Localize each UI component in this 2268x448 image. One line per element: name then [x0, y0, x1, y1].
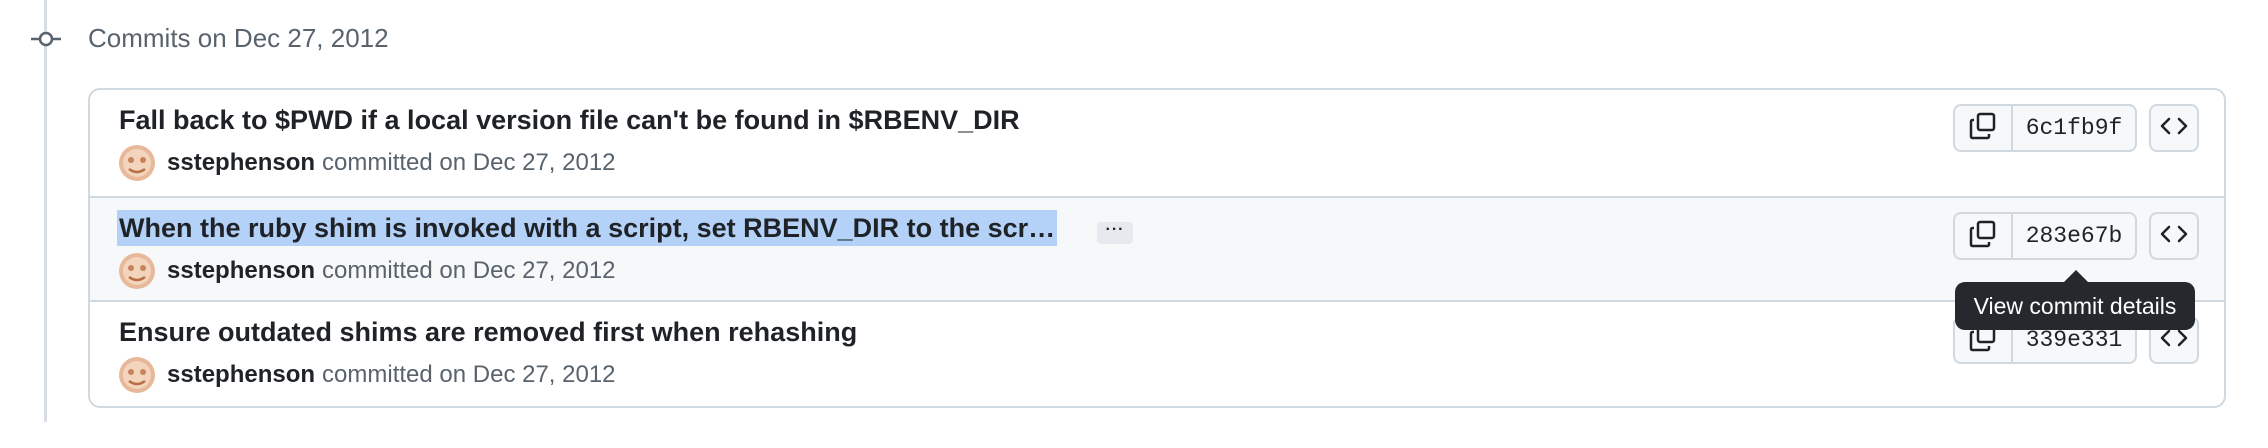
view-commit-details-tooltip: View commit details [1955, 282, 2195, 330]
git-commit-icon [31, 28, 61, 50]
commit-sha-group: 6c1fb9f [1953, 104, 2137, 152]
timeline-line [44, 0, 47, 422]
commit-row: Fall back to $PWD if a local version fil… [90, 90, 2224, 194]
commit-meta: sstephenson committed on Dec 27, 2012 [119, 252, 616, 290]
commit-author-link[interactable]: sstephenson [167, 149, 315, 177]
commit-meta: sstephenson committed on Dec 27, 2012 [119, 356, 616, 394]
browse-repo-at-commit-button[interactable] [2149, 212, 2199, 260]
commit-title-link[interactable]: When the ruby shim is invoked with a scr… [117, 210, 1058, 246]
commit-author-link[interactable]: sstephenson [167, 257, 315, 285]
commit-row: When the ruby shim is invoked with a scr… [90, 196, 2224, 302]
commit-sha-link[interactable]: 283e67b [2013, 214, 2135, 258]
copy-sha-button[interactable] [1955, 106, 2013, 150]
expand-description-button[interactable]: ··· [1097, 222, 1133, 244]
commit-title-link[interactable]: Fall back to $PWD if a local version fil… [119, 102, 1020, 138]
avatar[interactable] [119, 253, 155, 289]
code-icon [2160, 223, 2188, 250]
avatar[interactable] [119, 145, 155, 181]
commits-page: Commits on Dec 27, 2012 Fall back to $PW… [0, 0, 2268, 448]
commit-author-link[interactable]: sstephenson [167, 361, 315, 389]
commit-title-link[interactable]: Ensure outdated shims are removed first … [119, 314, 857, 350]
code-icon [2160, 115, 2188, 142]
browse-repo-at-commit-button[interactable] [2149, 104, 2199, 152]
copy-icon [1968, 111, 1998, 146]
commit-date-text: committed on Dec 27, 2012 [322, 149, 616, 176]
commit-group-heading: Commits on Dec 27, 2012 [88, 23, 389, 53]
avatar[interactable] [119, 357, 155, 393]
code-icon [2160, 327, 2188, 354]
commit-date-text: committed on Dec 27, 2012 [322, 361, 616, 388]
commit-sha-link[interactable]: 6c1fb9f [2013, 106, 2135, 150]
commit-sha-group: 283e67b [1953, 212, 2137, 260]
copy-sha-button[interactable] [1955, 214, 2013, 258]
commit-list: Fall back to $PWD if a local version fil… [88, 88, 2226, 408]
commit-row: Ensure outdated shims are removed first … [90, 302, 2224, 406]
tooltip-arrow [2064, 270, 2088, 282]
commit-date-text: committed on Dec 27, 2012 [322, 257, 616, 284]
copy-icon [1968, 219, 1998, 254]
commit-meta: sstephenson committed on Dec 27, 2012 [119, 144, 616, 182]
